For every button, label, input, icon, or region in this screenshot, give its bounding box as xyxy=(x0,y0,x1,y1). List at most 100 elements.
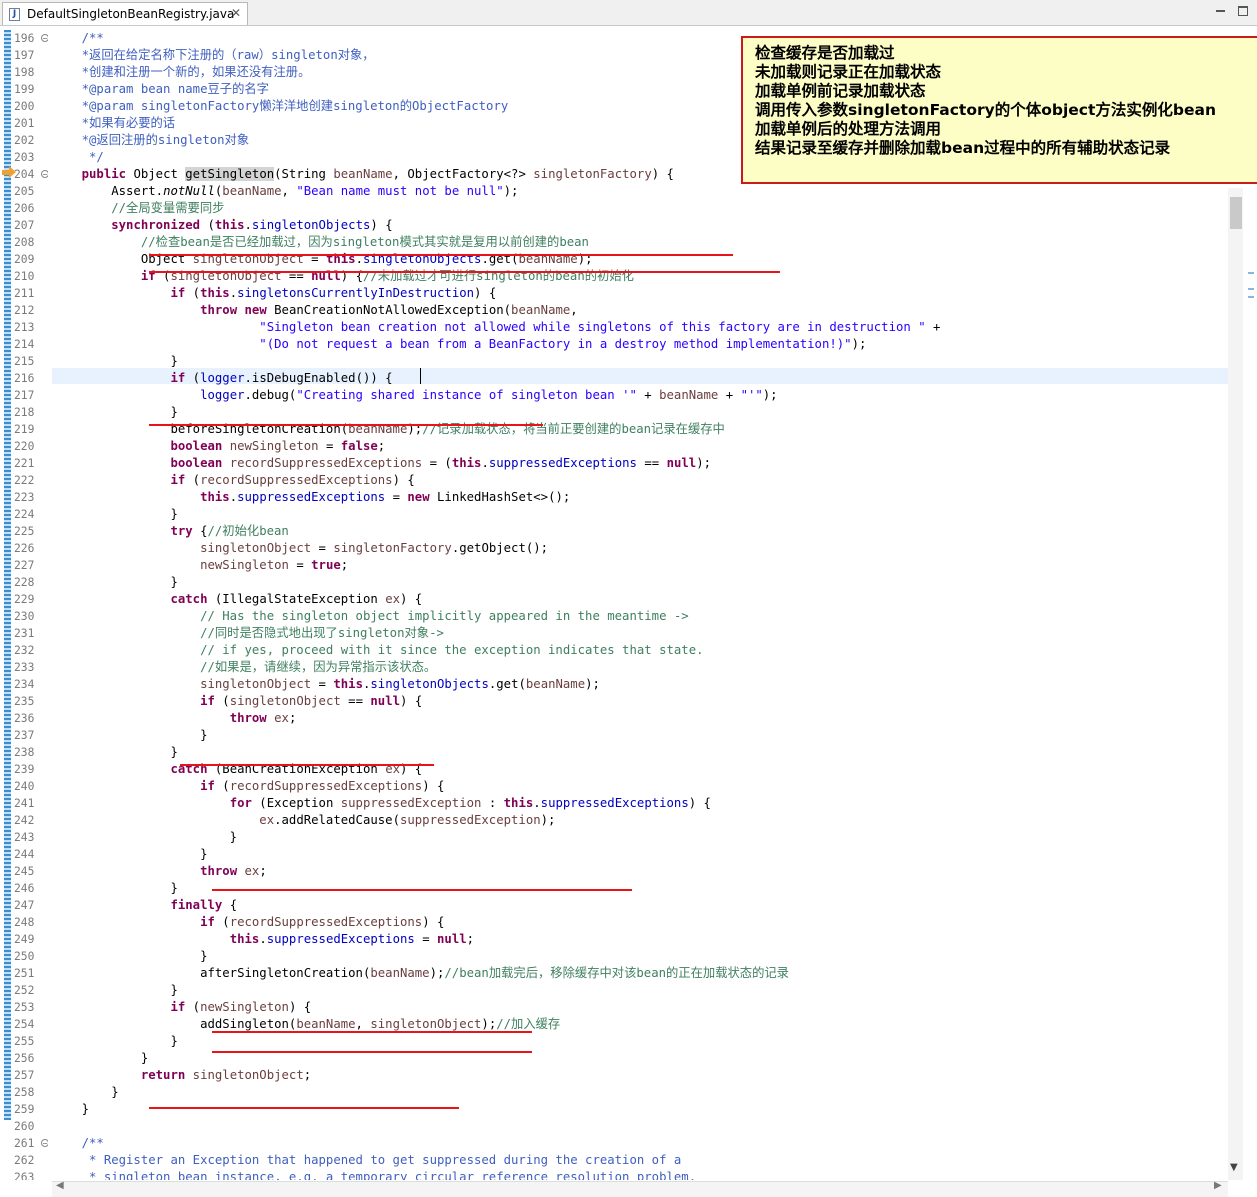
code-line[interactable]: if (newSingleton) { xyxy=(52,999,311,1016)
code-line[interactable]: "Singleton bean creation not allowed whi… xyxy=(52,319,940,336)
horizontal-scrollbar[interactable] xyxy=(52,1181,1228,1197)
code-line[interactable]: } xyxy=(52,727,207,744)
code-line[interactable]: Assert.notNull(beanName, "Bean name must… xyxy=(52,183,518,200)
code-line[interactable]: catch (IllegalStateException ex) { xyxy=(52,591,422,608)
change-ruler xyxy=(4,30,11,1120)
code-token: /** xyxy=(52,31,104,45)
code-line[interactable]: } xyxy=(52,1084,118,1101)
overview-ruler-mark[interactable] xyxy=(1248,296,1254,298)
code-line[interactable]: */ xyxy=(52,149,104,166)
code-line[interactable]: return singletonObject; xyxy=(52,1067,311,1084)
code-line[interactable]: * singleton bean instance, e.g. a tempor… xyxy=(52,1169,696,1180)
code-token: beanName xyxy=(370,966,430,980)
code-line[interactable]: *如果有必要的话 xyxy=(52,115,176,132)
fold-toggle-icon[interactable]: − xyxy=(41,34,48,43)
code-token: ex xyxy=(244,864,260,878)
line-number: 236 xyxy=(14,712,35,725)
code-line[interactable]: newSingleton = true; xyxy=(52,557,348,574)
code-line[interactable]: this.suppressedExceptions = null; xyxy=(52,931,474,948)
annotation-underline xyxy=(212,889,632,891)
code-line[interactable]: if (recordSuppressedExceptions) { xyxy=(52,472,414,489)
code-line[interactable]: synchronized (this.singletonObjects) { xyxy=(52,217,392,234)
code-line[interactable]: if (logger.isDebugEnabled()) { xyxy=(52,370,392,387)
editor-tab[interactable]: J DefaultSingletonBeanRegistry.java ✕ xyxy=(2,2,248,25)
code-line[interactable]: "(Do not request a bean from a BeanFacto… xyxy=(52,336,866,353)
code-token: //加入缓存 xyxy=(496,1017,561,1031)
line-number: 256 xyxy=(14,1052,35,1065)
code-line[interactable]: throw ex; xyxy=(52,863,267,880)
code-token: ; xyxy=(340,558,349,572)
code-line[interactable]: } xyxy=(52,1033,177,1050)
scroll-down-icon[interactable]: ▼ xyxy=(1230,1162,1238,1173)
annotation-note: 检查缓存是否加载过 未加载则记录正在加载状态 加载单例前记录加载状态 调用传入参… xyxy=(741,36,1257,184)
code-line[interactable]: } xyxy=(52,829,237,846)
code-line[interactable]: } xyxy=(52,982,177,999)
fold-toggle-icon[interactable]: − xyxy=(41,170,48,179)
code-line[interactable]: if (recordSuppressedExceptions) { xyxy=(52,914,444,931)
code-token: { xyxy=(222,898,238,912)
code-line[interactable]: for (Exception suppressedException : thi… xyxy=(52,795,711,812)
code-line[interactable]: } xyxy=(52,506,178,523)
code-line[interactable]: try {//初始化bean xyxy=(52,523,288,540)
line-number: 262 xyxy=(14,1154,35,1167)
code-line[interactable]: afterSingletonCreation(beanName);//bean加… xyxy=(52,965,789,982)
code-token: singletonObject xyxy=(200,541,312,555)
code-line[interactable]: this.suppressedExceptions = new LinkedHa… xyxy=(52,489,570,506)
code-line[interactable]: *@param singletonFactory懒洋洋地创建singleton的… xyxy=(52,98,509,115)
vertical-scrollbar[interactable] xyxy=(1228,188,1243,1180)
code-token: ); xyxy=(429,966,445,980)
code-line[interactable]: boolean recordSuppressedExceptions = (th… xyxy=(52,455,711,472)
code-line[interactable]: /** xyxy=(52,1135,104,1152)
code-line[interactable]: /** xyxy=(52,30,104,47)
code-line[interactable]: boolean newSingleton = false; xyxy=(52,438,385,455)
code-line[interactable]: // if yes, proceed with it since the exc… xyxy=(52,642,703,659)
code-line[interactable]: ex.addRelatedCause(suppressedException); xyxy=(52,812,555,829)
code-line[interactable]: logger.debug("Creating shared instance o… xyxy=(52,387,778,404)
code-line[interactable]: throw ex; xyxy=(52,710,297,727)
code-line[interactable]: public Object getSingleton(String beanNa… xyxy=(52,166,674,183)
code-line[interactable]: //全局变量需要同步 xyxy=(52,200,224,217)
scroll-right-icon[interactable]: ▶ xyxy=(1214,1180,1222,1191)
code-line[interactable]: *@param bean name豆子的名字 xyxy=(52,81,269,98)
code-editor[interactable]: /** *返回在给定名称下注册的（raw）singleton对象， *创建和注册… xyxy=(52,30,1228,1180)
minimize-icon[interactable] xyxy=(1214,5,1228,17)
code-line[interactable]: *返回在给定名称下注册的（raw）singleton对象， xyxy=(52,47,375,64)
maximize-icon[interactable] xyxy=(1236,5,1250,17)
code-line[interactable]: } xyxy=(52,574,177,591)
close-icon[interactable]: ✕ xyxy=(231,6,241,20)
line-number: 218 xyxy=(14,406,35,419)
code-line[interactable]: throw new BeanCreationNotAllowedExceptio… xyxy=(52,302,578,319)
code-line[interactable]: if (singletonObject == null) { xyxy=(52,693,422,710)
code-line[interactable]: } xyxy=(52,1050,148,1067)
overview-ruler-mark[interactable] xyxy=(1248,272,1254,274)
code-line[interactable]: //如果是，请继续，因为异常指示该状态。 xyxy=(52,659,436,676)
code-line[interactable]: *@返回注册的singleton对象 xyxy=(52,132,250,149)
code-line[interactable]: singletonObject = this.singletonObjects.… xyxy=(52,676,600,693)
overview-ruler-mark[interactable] xyxy=(1248,288,1254,290)
code-line[interactable]: *创建和注册一个新的，如果还没有注册。 xyxy=(52,64,311,81)
code-line[interactable]: } xyxy=(52,744,177,761)
code-line[interactable]: if (this.singletonsCurrentlyInDestructio… xyxy=(52,285,496,302)
code-line[interactable]: //同时是否隐式地出现了singleton对象-> xyxy=(52,625,444,642)
scroll-left-icon[interactable]: ◀ xyxy=(56,1180,64,1191)
code-line[interactable]: } xyxy=(52,846,207,863)
code-line[interactable]: } xyxy=(52,880,177,897)
line-number: 213 xyxy=(14,321,35,334)
code-line[interactable]: * Register an Exception that happened to… xyxy=(52,1152,681,1169)
code-line[interactable]: } xyxy=(52,404,177,421)
code-line[interactable]: } xyxy=(52,1101,89,1118)
code-line[interactable]: if (recordSuppressedExceptions) { xyxy=(52,778,444,795)
code-line[interactable]: } xyxy=(52,353,177,370)
code-line[interactable]: finally { xyxy=(52,897,237,914)
code-line[interactable]: singletonObject = singletonFactory.getOb… xyxy=(52,540,548,557)
line-number: 197 xyxy=(14,49,35,62)
code-line[interactable]: //检查bean是否已经加载过，因为singleton模式其实就是复用以前创建的… xyxy=(52,234,589,251)
fold-toggle-icon[interactable]: − xyxy=(41,1139,48,1148)
code-token: } xyxy=(52,507,178,521)
code-line[interactable]: // Has the singleton object implicitly a… xyxy=(52,608,689,625)
code-line[interactable]: } xyxy=(52,948,207,965)
scroll-thumb[interactable] xyxy=(1230,197,1242,229)
